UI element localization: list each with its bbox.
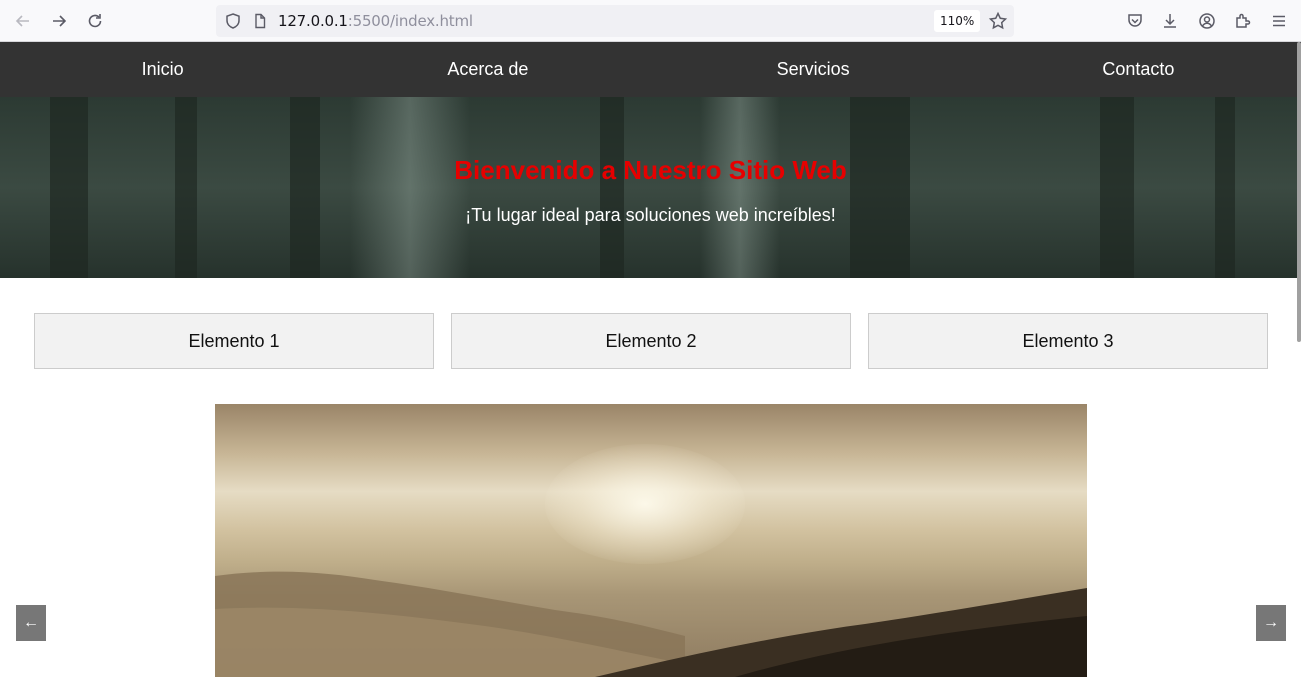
- page-scrollbar[interactable]: [1297, 42, 1301, 342]
- bookmark-star-icon[interactable]: [988, 11, 1008, 31]
- extensions-icon[interactable]: [1229, 7, 1257, 35]
- page-content: Inicio Acerca de Servicios Contacto Bien…: [0, 42, 1301, 677]
- url-bar[interactable]: 127.0.0.1:5500/index.html 110%: [216, 5, 1014, 37]
- hero-title: Bienvenido a Nuestro Sitio Web: [454, 155, 847, 185]
- items-row: Elemento 1 Elemento 2 Elemento 3: [34, 313, 1268, 369]
- forward-arrow-icon[interactable]: [45, 7, 73, 35]
- hero-banner: Bienvenido a Nuestro Sitio Web ¡Tu lugar…: [0, 97, 1301, 278]
- nav-item-inicio[interactable]: Inicio: [0, 59, 325, 80]
- page-icon: [252, 13, 268, 29]
- item-card-2: Elemento 2: [451, 313, 851, 369]
- shield-icon[interactable]: [224, 12, 242, 30]
- download-icon[interactable]: [1156, 7, 1184, 35]
- carousel-image: [215, 404, 1087, 677]
- back-arrow-icon[interactable]: [9, 7, 37, 35]
- landscape-hills: [215, 571, 1087, 677]
- main-nav: Inicio Acerca de Servicios Contacto: [0, 42, 1301, 97]
- reload-icon[interactable]: [81, 7, 109, 35]
- nav-item-servicios[interactable]: Servicios: [651, 59, 976, 80]
- hero-subtitle: ¡Tu lugar ideal para soluciones web incr…: [465, 205, 836, 225]
- nav-item-contacto[interactable]: Contacto: [976, 59, 1301, 80]
- pocket-icon[interactable]: [1121, 7, 1149, 35]
- hero-background-image: [50, 97, 88, 278]
- item-card-1: Elemento 1: [34, 313, 434, 369]
- account-icon[interactable]: [1193, 7, 1221, 35]
- zoom-indicator[interactable]: 110%: [934, 10, 981, 32]
- carousel-next-button[interactable]: →: [1256, 605, 1286, 641]
- browser-toolbar: 127.0.0.1:5500/index.html 110%: [0, 0, 1301, 42]
- menu-icon[interactable]: [1265, 7, 1293, 35]
- url-text: 127.0.0.1:5500/index.html: [278, 12, 473, 30]
- nav-item-acerca-de[interactable]: Acerca de: [325, 59, 650, 80]
- carousel-prev-button[interactable]: ←: [16, 605, 46, 641]
- item-card-3: Elemento 3: [868, 313, 1268, 369]
